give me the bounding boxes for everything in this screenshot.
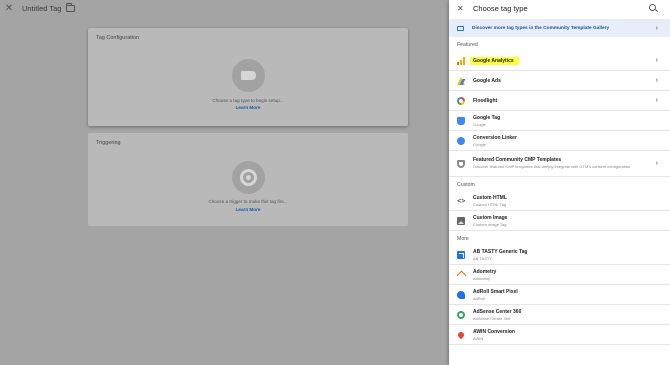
tag-type-featured-cmp-templates[interactable]: Featured Community CMP Templates Discove… [449, 151, 670, 177]
item-name: AdSense Center 360 [473, 308, 522, 315]
image-icon [457, 216, 465, 225]
google-tag-icon [457, 116, 465, 125]
item-name: Google Ads [473, 77, 501, 84]
item-vendor: Adometry [473, 275, 491, 281]
tag-type-floodlight[interactable]: Floodlight › [449, 91, 670, 111]
tag-type-custom-html[interactable]: <> Custom HTML Custom HTML Tag [449, 191, 670, 211]
google-ads-icon [457, 76, 465, 85]
item-vendor: AdRoll [473, 295, 485, 301]
tag-type-adsense-center-360[interactable]: AdSense Center 360 AdSense Center 360 [449, 305, 670, 325]
item-vendor: AB TASTY [473, 255, 492, 261]
item-name: Custom HTML [473, 194, 507, 201]
item-name: Google Analytics [470, 56, 519, 65]
tag-placeholder-icon[interactable] [232, 59, 265, 92]
close-icon[interactable]: ✕ [4, 3, 14, 14]
item-name: Google Tag [473, 114, 501, 121]
learn-more-link[interactable]: Learn More [88, 207, 408, 212]
card-hint: Choose a trigger to make this tag fire..… [208, 199, 288, 204]
adroll-icon [457, 290, 465, 299]
section-more: More [457, 236, 469, 242]
item-name: Adometry [473, 268, 497, 275]
conversion-linker-icon [457, 136, 465, 145]
section-custom: Custom [457, 182, 475, 188]
google-analytics-icon [457, 56, 465, 65]
tag-type-ab-tasty[interactable]: AB TASTY Generic Tag AB TASTY [449, 245, 670, 265]
folder-icon[interactable] [66, 3, 76, 12]
floodlight-icon [457, 96, 465, 105]
chevron-right-icon: › [655, 160, 658, 167]
item-vendor: AdSense Center 360 [473, 315, 511, 321]
tag-title[interactable]: Untitled Tag [22, 4, 61, 13]
ab-tasty-icon [457, 250, 465, 259]
item-vendor: AWIN [473, 335, 484, 341]
panel-title: Choose tag type [473, 4, 528, 13]
item-description: Discover featured CMP templates that dee… [473, 164, 631, 170]
panel-header: ✕ Choose tag type [449, 0, 670, 17]
tag-type-custom-image[interactable]: Custom Image Custom Image Tag [449, 211, 670, 231]
item-name: Custom Image [473, 214, 508, 221]
item-name: AdRoll Smart Pixel [473, 288, 518, 295]
tag-type-google-ads[interactable]: Google Ads › [449, 71, 670, 91]
item-name: Floodlight [473, 97, 498, 104]
workspace-overlay: ✕ Untitled Tag Tag Configuration Choose … [0, 0, 449, 365]
adsense-icon [457, 310, 465, 319]
tag-type-google-analytics[interactable]: Google Analytics › [449, 51, 670, 71]
card-title: Tag Configuration [96, 35, 140, 41]
editor-topbar: ✕ Untitled Tag [0, 0, 449, 17]
section-featured: Featured [457, 42, 478, 48]
tag-type-adroll[interactable]: AdRoll Smart Pixel AdRoll [449, 285, 670, 305]
awin-icon [456, 330, 466, 339]
gallery-icon [457, 25, 464, 31]
community-gallery-banner[interactable]: Discover more tag types in the Community… [449, 19, 670, 37]
adometry-icon [457, 271, 465, 279]
item-name: Featured Community CMP Templates [473, 157, 562, 164]
tag-type-awin-conversion[interactable]: AWIN Conversion AWIN [449, 325, 670, 345]
learn-more-link[interactable]: Learn More [88, 105, 408, 110]
item-name: AWIN Conversion [473, 328, 515, 335]
item-vendor: Custom HTML Tag [473, 201, 507, 207]
item-name: Conversion Linker [473, 134, 517, 141]
item-name: AB TASTY Generic Tag [473, 248, 528, 255]
shield-icon [457, 159, 465, 168]
search-icon[interactable] [649, 4, 656, 11]
triggering-card[interactable]: Triggering Choose a trigger to make this… [88, 133, 408, 226]
close-icon[interactable]: ✕ [457, 4, 465, 13]
item-vendor: Google [473, 141, 486, 147]
code-icon: <> [457, 196, 466, 205]
card-hint: Choose a tag type to begin setup... [212, 98, 284, 103]
chevron-right-icon: › [655, 57, 658, 64]
item-vendor: Custom Image Tag [473, 221, 507, 227]
choose-tag-type-panel: ✕ Choose tag type Discover more tag type… [449, 0, 670, 365]
chevron-right-icon: › [655, 97, 658, 104]
item-vendor: Google [473, 121, 486, 127]
trigger-placeholder-icon[interactable] [232, 161, 265, 194]
tag-type-adometry[interactable]: Adometry Adometry [449, 265, 670, 285]
tag-configuration-card[interactable]: Tag Configuration Choose a tag type to b… [88, 28, 408, 126]
banner-text: Discover more tag types in the Community… [472, 25, 610, 31]
card-title: Triggering [96, 140, 121, 146]
tag-type-google-tag[interactable]: Google Tag Google [449, 111, 670, 131]
chevron-right-icon: › [655, 24, 658, 32]
tag-type-conversion-linker[interactable]: Conversion Linker Google [449, 131, 670, 151]
chevron-right-icon: › [655, 77, 658, 84]
